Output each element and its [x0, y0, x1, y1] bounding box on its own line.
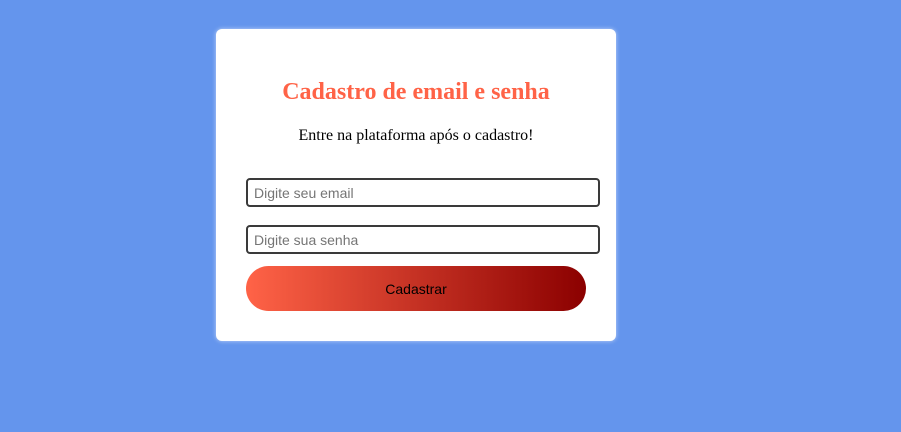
register-button[interactable]: Cadastrar: [246, 266, 586, 311]
page-subtitle: Entre na plataforma após o cadastro!: [298, 127, 534, 144]
signup-card: Cadastro de email e senha Entre na plata…: [216, 29, 616, 341]
page-title: Cadastro de email e senha: [282, 79, 550, 105]
email-field[interactable]: [246, 178, 600, 207]
password-field[interactable]: [246, 225, 600, 254]
